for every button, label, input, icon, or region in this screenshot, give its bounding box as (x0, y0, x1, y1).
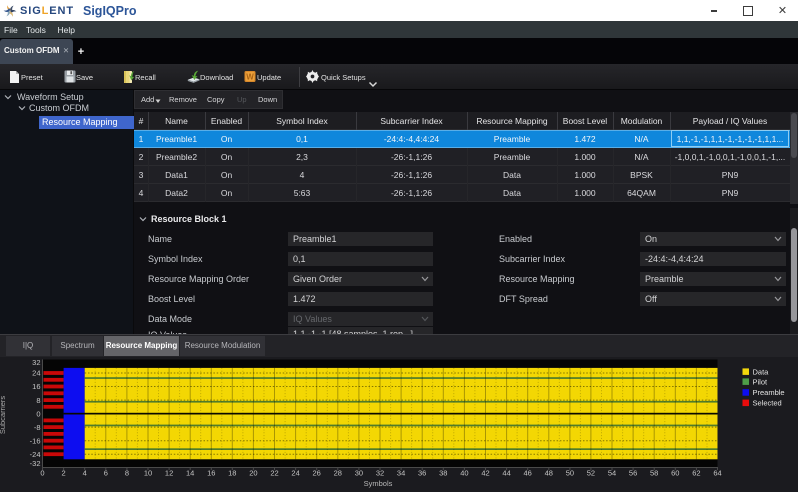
svg-text:2: 2 (62, 469, 66, 478)
svg-text:60: 60 (671, 469, 679, 478)
svg-text:6: 6 (104, 469, 108, 478)
svg-text:0: 0 (40, 469, 44, 478)
svg-text:48: 48 (545, 469, 553, 478)
svg-text:54: 54 (608, 469, 616, 478)
svg-text:14: 14 (186, 469, 194, 478)
svg-text:16: 16 (32, 382, 40, 391)
svg-text:Symbols: Symbols (364, 479, 393, 488)
svg-text:12: 12 (165, 469, 173, 478)
svg-text:Preamble: Preamble (753, 388, 785, 397)
svg-text:-16: -16 (30, 436, 41, 445)
svg-text:46: 46 (524, 469, 532, 478)
svg-text:W: W (246, 73, 254, 82)
svg-text:-24: -24 (30, 450, 41, 459)
svg-text:32: 32 (32, 358, 40, 367)
svg-text:36: 36 (418, 469, 426, 478)
svg-text:10: 10 (144, 469, 152, 478)
svg-text:Selected: Selected (753, 399, 782, 408)
svg-text:62: 62 (692, 469, 700, 478)
svg-text:8: 8 (36, 396, 40, 405)
svg-text:22: 22 (270, 469, 278, 478)
svg-text:40: 40 (460, 469, 468, 478)
svg-text:64: 64 (713, 469, 721, 478)
svg-text:-8: -8 (34, 423, 41, 432)
svg-text:26: 26 (313, 469, 321, 478)
svg-text:20: 20 (249, 469, 257, 478)
svg-text:24: 24 (32, 369, 40, 378)
svg-text:50: 50 (566, 469, 574, 478)
svg-text:Subcarriers: Subcarriers (0, 396, 7, 435)
svg-text:Data: Data (753, 367, 770, 376)
svg-text:28: 28 (334, 469, 342, 478)
svg-text:38: 38 (439, 469, 447, 478)
svg-text:4: 4 (83, 469, 87, 478)
svg-text:32: 32 (376, 469, 384, 478)
svg-text:-32: -32 (30, 459, 41, 468)
svg-text:24: 24 (291, 469, 299, 478)
svg-text:30: 30 (355, 469, 363, 478)
svg-text:58: 58 (650, 469, 658, 478)
svg-text:8: 8 (125, 469, 129, 478)
svg-text:52: 52 (587, 469, 595, 478)
svg-text:42: 42 (481, 469, 489, 478)
svg-text:34: 34 (397, 469, 405, 478)
svg-text:18: 18 (228, 469, 236, 478)
svg-text:56: 56 (629, 469, 637, 478)
svg-text:44: 44 (502, 469, 510, 478)
svg-text:16: 16 (207, 469, 215, 478)
svg-text:Pilot: Pilot (753, 377, 769, 386)
svg-text:0: 0 (36, 409, 40, 418)
